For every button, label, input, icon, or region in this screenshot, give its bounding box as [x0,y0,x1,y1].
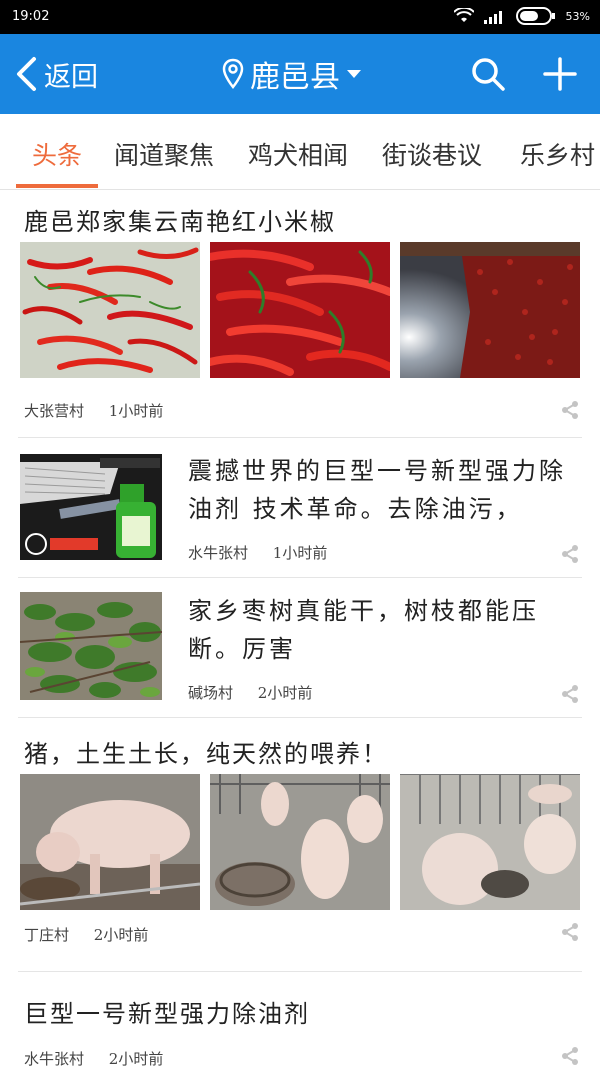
degreaser-spray-bottle-photo [20,454,162,560]
status-time: 19:02 [12,9,50,24]
item-title: 巨型一号新型强力除油剂 [24,1000,310,1028]
battery-percent: 53% [565,9,590,23]
item-village: 水牛张村 [24,1050,85,1066]
back-label: 返回 [44,61,98,93]
item-time: 1小时前 [108,402,164,420]
share-icon[interactable] [560,1046,580,1066]
chili-drying-room-photo [400,242,580,378]
feed-item[interactable]: 家乡枣树真能干，树枝都能压断。厉害 碱场村 2小时前 [0,578,600,718]
category-tabs: 头条 闻道聚焦 鸡犬相闻 街谈巷议 乐乡村 [0,114,600,190]
jujube-branches-photo [20,592,162,700]
tab-street-talk[interactable]: 街谈巷议 [382,136,482,172]
item-time: 2小时前 [108,1050,164,1066]
feed-item[interactable]: 鹿邑郑家集云南艳红小米椒 大张营村 1小时前 [0,190,600,438]
chevron-left-icon [17,57,36,91]
item-title: 鹿邑郑家集云南艳红小米椒 [24,208,336,236]
share-icon[interactable] [560,684,580,704]
pigs-pen-feeder-photo [210,774,390,910]
plus-icon[interactable] [542,56,578,92]
item-meta: 大张营村 1小时前 [24,400,163,421]
share-icon[interactable] [560,544,580,564]
pig-eating-photo [20,774,200,910]
feed-item[interactable]: 震撼世界的巨型一号新型强力除油剂 技术革命。去除油污， 水牛张村 1小时前 [0,438,600,578]
status-icons: 53% [453,7,590,25]
tab-neighborhood[interactable]: 鸡犬相闻 [248,136,348,172]
item-village: 碱场村 [188,684,234,702]
item-village: 丁庄村 [24,926,70,944]
share-icon[interactable] [560,400,580,420]
share-icon[interactable] [560,922,580,942]
item-time: 1小时前 [272,544,328,562]
item-time: 2小时前 [257,684,313,702]
item-meta: 水牛张村 1小时前 [188,542,327,563]
tab-focus[interactable]: 闻道聚焦 [114,136,214,172]
item-title: 猪，土生土长，纯天然的喂养！ [24,740,388,768]
wifi-icon [453,8,474,22]
dropdown-caret-icon [347,70,361,78]
red-chili-closeup-photo [210,242,390,378]
item-title: 家乡枣树真能干，树枝都能压断。厉害 [188,597,539,663]
item-title: 震撼世界的巨型一号新型强力除油剂 技术革命。去除油污， [188,457,566,523]
pigs-sleeping-photo [400,774,580,910]
active-tab-indicator [16,184,98,188]
item-meta: 碱场村 2小时前 [188,682,312,703]
item-time: 2小时前 [93,926,149,944]
tab-headlines[interactable]: 头条 [32,136,82,172]
app-bar: 返回 鹿邑县 [0,34,600,114]
feed-item[interactable]: 巨型一号新型强力除油剂 水牛张村 2小时前 [0,972,600,1066]
location-pin-icon [222,58,244,89]
battery-icon [515,7,555,25]
red-chili-pile-photo [20,242,200,378]
back-button[interactable]: 返回 [14,34,98,114]
location-label: 鹿邑县 [250,60,340,95]
item-meta: 丁庄村 2小时前 [24,924,148,945]
feed-item[interactable]: 猪，土生土长，纯天然的喂养！ 丁庄村 2小时前 [0,718,600,972]
location-selector[interactable]: 鹿邑县 [222,34,362,114]
signal-icon [483,11,502,24]
item-village: 水牛张村 [188,544,249,562]
item-village: 大张营村 [24,402,85,420]
tab-village[interactable]: 乐乡村 [520,136,595,172]
search-icon[interactable] [470,56,506,92]
status-bar: 19:02 53% [0,0,600,34]
item-meta: 水牛张村 2小时前 [24,1048,163,1066]
